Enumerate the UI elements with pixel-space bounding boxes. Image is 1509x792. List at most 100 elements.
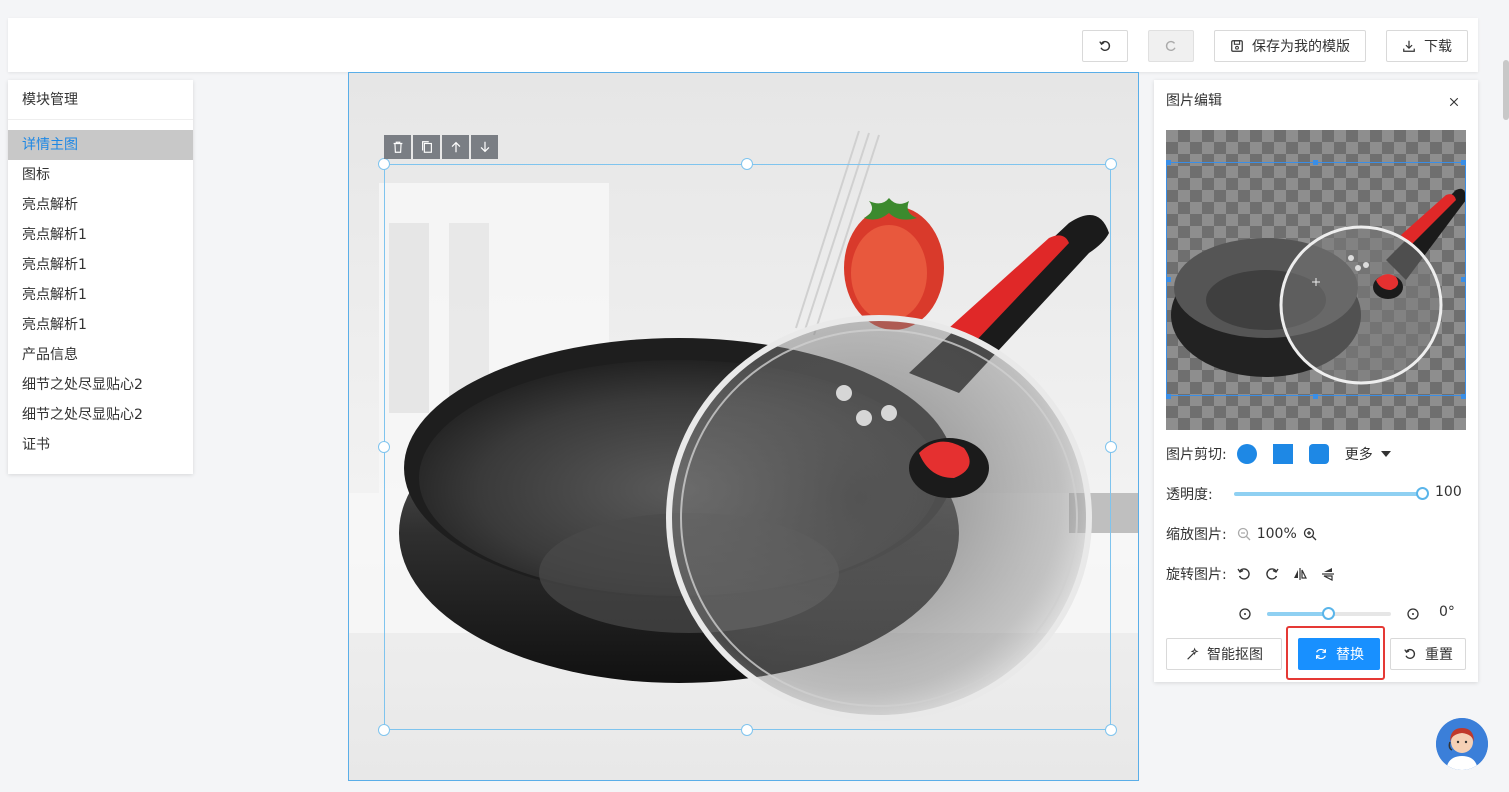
rotate-right-button[interactable]: [1263, 565, 1281, 583]
copy-icon: [421, 141, 432, 153]
crop-rounded-button[interactable]: [1308, 444, 1329, 464]
image-selection-box[interactable]: [384, 164, 1111, 730]
resize-handle-bottom-left[interactable]: [378, 724, 390, 736]
rotate-right-icon: [1407, 608, 1419, 620]
rotate-right-icon: [1265, 568, 1279, 580]
copy-button[interactable]: [413, 135, 440, 159]
caret-down-icon: [1380, 451, 1391, 457]
module-item-certificate[interactable]: 证书: [8, 430, 193, 460]
image-editor-title: 图片编辑: [1166, 93, 1222, 109]
crop-handle[interactable]: [1461, 394, 1466, 399]
resize-handle-left[interactable]: [378, 441, 390, 453]
rotate-value-row: 0°: [1439, 604, 1455, 620]
opacity-label-row: 透明度:: [1166, 484, 1213, 504]
resize-handle-top-right[interactable]: [1105, 158, 1117, 170]
agent-avatar-icon: [1436, 718, 1488, 770]
image-editor-panel: 图片编辑 图片剪切: 更多 透明度: 100 缩放图片: 100% 旋转图片: …: [1154, 80, 1478, 682]
save-template-label: 保存为我的模版: [1252, 39, 1350, 55]
redo-button[interactable]: [1148, 30, 1194, 62]
move-down-button[interactable]: [471, 135, 498, 159]
module-item-product-info[interactable]: 产品信息: [8, 340, 193, 370]
crop-circle-button[interactable]: [1236, 444, 1257, 464]
rotate-row: 旋转图片:: [1166, 564, 1337, 584]
replace-highlight-box: [1286, 626, 1385, 680]
resize-handle-bottom[interactable]: [741, 724, 753, 736]
module-item-detail-main[interactable]: 详情主图: [8, 130, 193, 160]
resize-handle-bottom-right[interactable]: [1105, 724, 1117, 736]
module-panel-title: 模块管理: [8, 80, 193, 120]
top-toolbar: 保存为我的模版 下载: [8, 18, 1478, 72]
crop-handle[interactable]: [1166, 160, 1171, 165]
zoom-in-button[interactable]: [1301, 525, 1319, 543]
flip-vertical-button[interactable]: [1319, 565, 1337, 583]
crop-handle[interactable]: [1166, 277, 1171, 282]
crop-more-label: 更多: [1344, 447, 1373, 463]
rotate-value: 0°: [1439, 604, 1455, 620]
resize-handle-top-left[interactable]: [378, 158, 390, 170]
module-item-highlight[interactable]: 亮点解析: [8, 190, 193, 220]
zoom-out-icon: [1237, 527, 1251, 541]
zoom-out-button[interactable]: [1235, 525, 1253, 543]
module-item-icon[interactable]: 图标: [8, 160, 193, 190]
flip-vertical-icon: [1321, 568, 1334, 581]
crop-label: 图片剪切:: [1166, 447, 1227, 463]
rotate-slider-fill[interactable]: [1267, 612, 1329, 616]
flip-horizontal-icon: [1293, 568, 1307, 580]
zoom-in-icon: [1303, 527, 1317, 541]
module-item-highlight-1d[interactable]: 亮点解析1: [8, 310, 193, 340]
save-template-button[interactable]: 保存为我的模版: [1214, 30, 1366, 62]
rotate-left-icon: [1239, 608, 1251, 620]
close-button[interactable]: [1442, 90, 1466, 114]
download-button[interactable]: 下载: [1386, 30, 1468, 62]
page-scrollbar[interactable]: [1503, 60, 1509, 120]
crop-handle[interactable]: [1461, 277, 1466, 282]
crop-more-dropdown[interactable]: 更多: [1345, 444, 1391, 464]
module-panel: 模块管理 详情主图 图标 亮点解析 亮点解析1 亮点解析1 亮点解析1 亮点解析…: [8, 80, 193, 474]
smart-cutout-button[interactable]: 智能抠图: [1166, 638, 1282, 670]
resize-handle-top[interactable]: [741, 158, 753, 170]
close-icon: [1449, 97, 1459, 107]
rotate-left-icon: [1237, 568, 1250, 580]
opacity-label: 透明度:: [1166, 487, 1213, 503]
opacity-slider[interactable]: [1234, 492, 1424, 496]
crop-square-button[interactable]: [1272, 444, 1293, 464]
module-item-details-2a[interactable]: 细节之处尽显贴心2: [8, 370, 193, 400]
save-icon: [1231, 40, 1243, 52]
opacity-slider-knob[interactable]: [1416, 487, 1429, 500]
module-item-highlight-1a[interactable]: 亮点解析1: [8, 220, 193, 250]
module-item-details-2b[interactable]: 细节之处尽显贴心2: [8, 400, 193, 430]
opacity-value-row: 100: [1435, 484, 1462, 500]
undo-icon: [1099, 40, 1111, 52]
move-up-button[interactable]: [442, 135, 469, 159]
undo-button[interactable]: [1082, 30, 1128, 62]
opacity-value: 100: [1435, 484, 1462, 500]
customer-service-avatar[interactable]: [1436, 718, 1488, 770]
crop-handle[interactable]: [1461, 160, 1466, 165]
smart-cutout-label: 智能抠图: [1207, 647, 1263, 663]
crop-handle[interactable]: [1313, 394, 1318, 399]
magic-wand-icon: [1187, 647, 1199, 660]
reset-button[interactable]: 重置: [1390, 638, 1466, 670]
rotate-cw-step-button[interactable]: [1404, 605, 1422, 623]
crop-row: 图片剪切: 更多: [1166, 444, 1391, 464]
download-label: 下载: [1424, 39, 1452, 55]
crop-selection[interactable]: [1166, 162, 1466, 396]
zoom-value: 100%: [1256, 526, 1297, 542]
rotate-ccw-step-button[interactable]: [1236, 605, 1254, 623]
crop-handle[interactable]: [1166, 394, 1171, 399]
flip-horizontal-button[interactable]: [1291, 565, 1309, 583]
element-toolbar: [384, 135, 498, 159]
module-list: 详情主图 图标 亮点解析 亮点解析1 亮点解析1 亮点解析1 亮点解析1 产品信…: [8, 120, 193, 460]
crop-handle[interactable]: [1313, 160, 1318, 165]
resize-handle-right[interactable]: [1105, 441, 1117, 453]
rotate-label: 旋转图片:: [1166, 567, 1227, 583]
trash-icon: [393, 141, 402, 153]
download-icon: [1403, 40, 1415, 52]
rotate-left-button[interactable]: [1235, 565, 1253, 583]
rotate-slider-knob[interactable]: [1322, 607, 1335, 620]
zoom-label: 缩放图片:: [1166, 527, 1227, 543]
module-item-highlight-1c[interactable]: 亮点解析1: [8, 280, 193, 310]
image-preview[interactable]: [1166, 130, 1466, 430]
delete-button[interactable]: [384, 135, 411, 159]
module-item-highlight-1b[interactable]: 亮点解析1: [8, 250, 193, 280]
